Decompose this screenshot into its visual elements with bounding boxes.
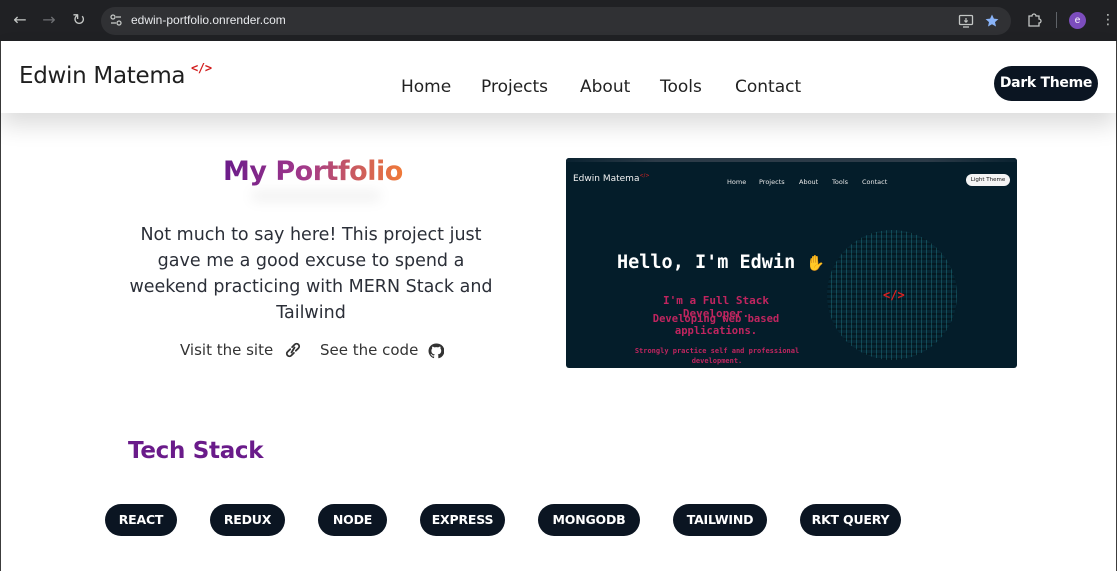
see-code-link[interactable]: See the code bbox=[320, 341, 445, 359]
preview-practice-line: Strongly practice self and professional … bbox=[634, 347, 800, 365]
nav-contact[interactable]: Contact bbox=[735, 77, 801, 97]
preview-hero-text: Hello, I'm Edwin bbox=[617, 252, 796, 273]
nav-home[interactable]: Home bbox=[401, 77, 451, 97]
preview-code-icon: </> bbox=[883, 288, 905, 302]
github-icon bbox=[428, 343, 445, 359]
address-bar[interactable]: edwin-portfolio.onrender.com bbox=[101, 7, 1011, 35]
preview-logo-text: Edwin Matema bbox=[573, 174, 640, 184]
tech-badge-tailwind: TAILWIND bbox=[673, 504, 767, 536]
link-icon bbox=[286, 342, 301, 358]
nav-about[interactable]: About bbox=[580, 77, 630, 97]
reload-button[interactable]: ↻ bbox=[70, 11, 88, 29]
tech-badge-redux: REDUX bbox=[210, 504, 285, 536]
preview-nav-contact: Contact bbox=[862, 178, 888, 186]
page: Edwin Matema </> Home Projects About Too… bbox=[0, 41, 1117, 571]
preview-theme-button: Light Theme bbox=[966, 174, 1010, 186]
visit-site-label: Visit the site bbox=[180, 341, 274, 359]
preview-nav-home: Home bbox=[727, 178, 747, 186]
site-header: Edwin Matema </> Home Projects About Too… bbox=[1, 41, 1116, 113]
extensions-icon[interactable] bbox=[1026, 12, 1042, 28]
site-logo[interactable]: Edwin Matema </> bbox=[19, 61, 212, 89]
project-preview-image: Edwin Matema</> Home Projects About Tool… bbox=[566, 158, 1017, 368]
profile-avatar[interactable]: e bbox=[1069, 12, 1086, 29]
project-description: Not much to say here! This project just … bbox=[129, 225, 493, 323]
waving-hand-icon: ✋ bbox=[806, 254, 826, 272]
preview-nav-tools: Tools bbox=[832, 178, 849, 186]
visit-site-link[interactable]: Visit the site bbox=[180, 341, 303, 359]
see-code-label: See the code bbox=[320, 341, 419, 359]
tech-badge-mongodb: MONGODB bbox=[538, 504, 640, 536]
project-title: My Portfolio bbox=[223, 156, 403, 187]
site-info-icon[interactable] bbox=[109, 13, 123, 27]
preview-logo: Edwin Matema</> bbox=[573, 173, 650, 184]
preview-logo-code-icon: </> bbox=[639, 173, 650, 179]
preview-top-bar bbox=[566, 158, 1017, 162]
toolbar-separator bbox=[1056, 12, 1057, 28]
logo-text: Edwin Matema bbox=[19, 63, 186, 89]
tech-badge-node: NODE bbox=[318, 504, 387, 536]
theme-toggle-button[interactable]: Dark Theme bbox=[994, 66, 1098, 101]
title-shadow bbox=[251, 191, 381, 201]
back-button[interactable]: ← bbox=[11, 11, 29, 29]
tech-stack-title: Tech Stack bbox=[128, 438, 264, 464]
tech-badge-rkt-query: RKT QUERY bbox=[800, 504, 901, 536]
preview-developing-line: Developing web based applications. bbox=[652, 313, 780, 337]
install-app-icon[interactable] bbox=[958, 13, 974, 29]
code-icon: </> bbox=[191, 61, 212, 75]
tech-badge-express: EXPRESS bbox=[420, 504, 505, 536]
bookmark-star-icon[interactable] bbox=[984, 13, 1000, 29]
preview-nav-about: About bbox=[799, 178, 819, 186]
tech-badge-react: REACT bbox=[105, 504, 177, 536]
preview-nav-projects: Projects bbox=[759, 178, 785, 186]
url-text[interactable]: edwin-portfolio.onrender.com bbox=[131, 13, 286, 27]
nav-projects[interactable]: Projects bbox=[481, 77, 548, 97]
preview-hero-heading: Hello, I'm Edwin ✋ bbox=[617, 252, 825, 273]
nav-tools[interactable]: Tools bbox=[660, 77, 702, 97]
browser-menu-icon[interactable]: ⋮ bbox=[1101, 11, 1115, 29]
browser-toolbar: ← → ↻ edwin-portfolio.onrender.com e ⋮ bbox=[0, 0, 1117, 41]
forward-button[interactable]: → bbox=[40, 11, 58, 29]
